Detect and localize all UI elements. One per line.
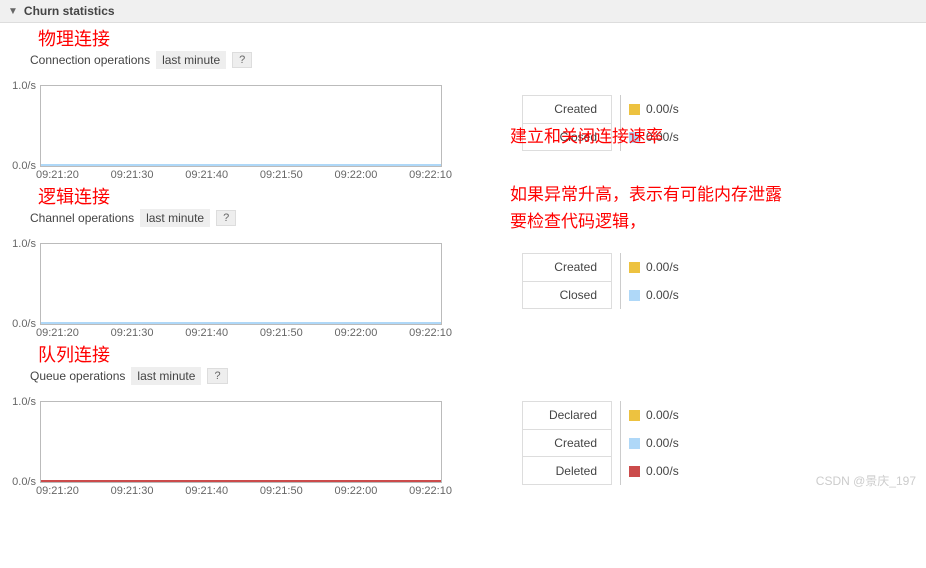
divider bbox=[620, 401, 621, 485]
note-line-1: 建立和关闭连接速率 bbox=[510, 123, 663, 150]
table-row: Closed bbox=[523, 281, 612, 309]
y-axis-bottom: 0.0/s bbox=[1, 160, 36, 172]
swatch-icon bbox=[629, 410, 640, 421]
channel-chart: 1.0/s 0.0/s bbox=[40, 243, 442, 325]
table-row: Created bbox=[523, 254, 612, 282]
divider bbox=[620, 253, 621, 309]
queue-help-button[interactable]: ? bbox=[207, 368, 227, 384]
rate-row: 0.00/s bbox=[629, 429, 679, 457]
section-title: Churn statistics bbox=[24, 4, 115, 18]
annotation-queue: 队列连接 bbox=[0, 341, 926, 367]
connection-help-button[interactable]: ? bbox=[232, 52, 252, 68]
x-axis: 09:21:20 09:21:30 09:21:40 09:21:50 09:2… bbox=[36, 169, 452, 181]
rate-row: 0.00/s bbox=[629, 95, 679, 123]
channel-range-dropdown[interactable]: last minute bbox=[140, 209, 210, 227]
table-row: Declared bbox=[523, 402, 612, 430]
connection-range-dropdown[interactable]: last minute bbox=[156, 51, 226, 69]
connection-label: Connection operations bbox=[30, 53, 150, 67]
channel-label: Channel operations bbox=[30, 211, 134, 225]
x-axis: 09:21:20 09:21:30 09:21:40 09:21:50 09:2… bbox=[36, 485, 452, 497]
note-line-3: 要检查代码逻辑， bbox=[510, 208, 782, 235]
connection-block: 物理连接 Connection operations last minute ?… bbox=[0, 25, 926, 181]
y-axis-top: 1.0/s bbox=[1, 396, 36, 408]
queue-range-dropdown[interactable]: last minute bbox=[131, 367, 201, 385]
y-axis-bottom: 0.0/s bbox=[1, 318, 36, 330]
rate-row: 0.00/s bbox=[629, 253, 679, 281]
channel-legend-table: Created Closed bbox=[522, 253, 612, 309]
swatch-icon bbox=[629, 262, 640, 273]
swatch-icon bbox=[629, 290, 640, 301]
collapse-icon: ▼ bbox=[8, 6, 18, 17]
rate-row: 0.00/s bbox=[629, 281, 679, 309]
queue-chart: 1.0/s 0.0/s bbox=[40, 401, 442, 483]
annotation-channel: 逻辑连接 bbox=[0, 183, 926, 209]
rate-row: 0.00/s bbox=[629, 457, 679, 485]
x-axis: 09:21:20 09:21:30 09:21:40 09:21:50 09:2… bbox=[36, 327, 452, 339]
queue-legend-table: Declared Created Deleted bbox=[522, 401, 612, 485]
y-axis-bottom: 0.0/s bbox=[1, 476, 36, 488]
channel-help-button[interactable]: ? bbox=[216, 210, 236, 226]
connection-chart: 1.0/s 0.0/s bbox=[40, 85, 442, 167]
table-row: Created bbox=[523, 429, 612, 457]
watermark: CSDN @景庆_197 bbox=[816, 472, 916, 489]
chart-line bbox=[41, 480, 441, 482]
queue-block: 队列连接 Queue operations last minute ? 1.0/… bbox=[0, 341, 926, 497]
swatch-icon bbox=[629, 104, 640, 115]
rate-row: 0.00/s bbox=[629, 401, 679, 429]
note-line-2: 如果异常升高，表示有可能内存泄露 bbox=[510, 181, 782, 208]
queue-label: Queue operations bbox=[30, 369, 125, 383]
annotation-connection: 物理连接 bbox=[0, 25, 926, 51]
y-axis-top: 1.0/s bbox=[1, 238, 36, 250]
table-row: Created bbox=[523, 96, 612, 124]
channel-block: 如果异常升高，表示有可能内存泄露 要检查代码逻辑， 逻辑连接 Channel o… bbox=[0, 183, 926, 339]
y-axis-top: 1.0/s bbox=[1, 80, 36, 92]
chart-line bbox=[41, 164, 441, 166]
swatch-icon bbox=[629, 466, 640, 477]
chart-line bbox=[41, 322, 441, 324]
swatch-icon bbox=[629, 438, 640, 449]
table-row: Deleted bbox=[523, 457, 612, 485]
section-header[interactable]: ▼ Churn statistics bbox=[0, 0, 926, 23]
